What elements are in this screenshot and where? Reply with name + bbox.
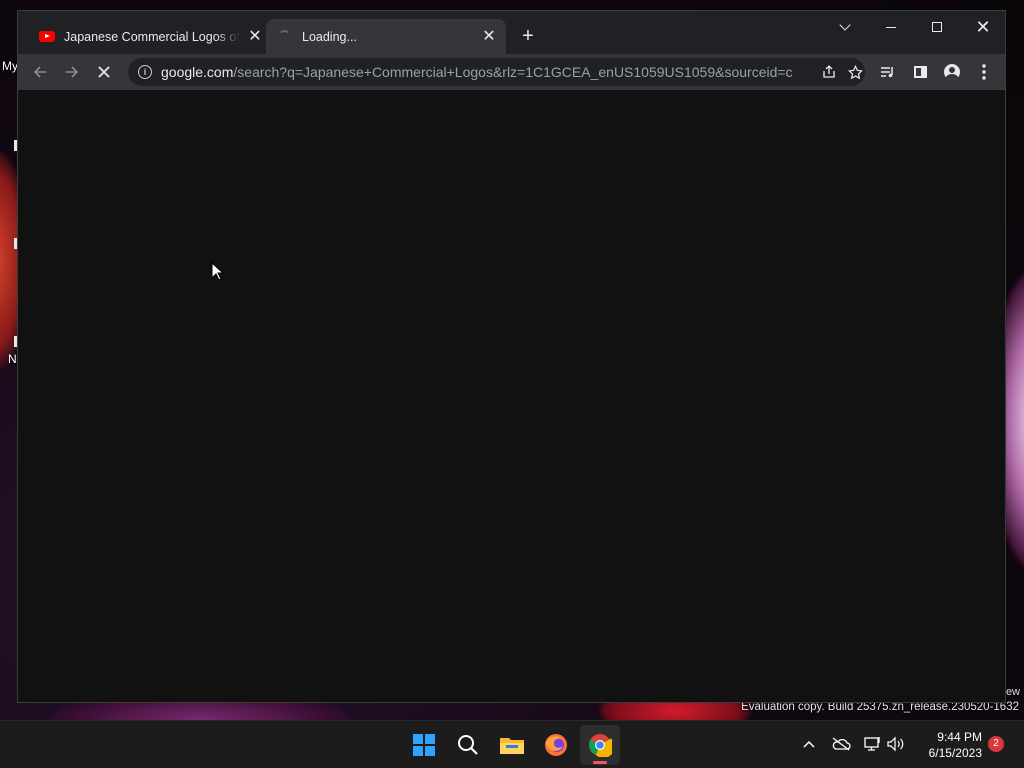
- star-icon: [847, 64, 863, 79]
- tab-title: Japanese Commercial Logos of th: [64, 29, 240, 44]
- tab-strip: Japanese Commercial Logos of th ✕ Loadin…: [18, 11, 1005, 54]
- firefox-icon: [545, 734, 567, 756]
- tab-youtube[interactable]: Japanese Commercial Logos of th ✕: [28, 19, 266, 54]
- clock-date: 6/15/2023: [928, 746, 982, 760]
- taskbar-search-button[interactable]: [448, 725, 488, 765]
- network-button[interactable]: [862, 729, 884, 759]
- side-panel-button[interactable]: [906, 58, 934, 86]
- speaker-icon: [887, 736, 904, 752]
- onedrive-button[interactable]: [830, 729, 852, 759]
- start-button[interactable]: [404, 725, 444, 765]
- clock-time: 9:44 PM: [937, 730, 982, 744]
- notification-badge[interactable]: 2: [988, 736, 1004, 752]
- new-tab-button[interactable]: +: [516, 25, 540, 49]
- desktop-icon-label[interactable]: N: [8, 352, 17, 366]
- chrome-button[interactable]: [580, 725, 620, 765]
- profile-button[interactable]: [938, 58, 966, 86]
- close-tab-icon[interactable]: ✕: [480, 27, 498, 45]
- forward-button[interactable]: [58, 58, 86, 86]
- loading-spinner-icon: [278, 30, 291, 43]
- file-explorer-button[interactable]: [492, 725, 532, 765]
- firefox-button[interactable]: [536, 725, 576, 765]
- url-path: /search?q=Japanese+Commercial+Logos&rlz=…: [233, 64, 794, 80]
- share-button[interactable]: [819, 62, 839, 82]
- browser-window: Japanese Commercial Logos of th ✕ Loadin…: [17, 10, 1006, 703]
- close-window-button[interactable]: ✕: [960, 15, 1005, 39]
- folder-icon: [500, 738, 524, 754]
- taskbar: 9:44 PM 6/15/2023: [0, 720, 1024, 768]
- more-vertical-icon: [982, 64, 986, 80]
- arrow-right-icon: [66, 66, 79, 78]
- maximize-button[interactable]: [914, 15, 960, 39]
- back-button[interactable]: [26, 58, 54, 86]
- tab-title: Loading...: [302, 29, 357, 44]
- cursor-arrow-icon: [211, 262, 225, 281]
- chevron-down-icon: [839, 19, 851, 31]
- close-tab-icon[interactable]: ✕: [246, 27, 264, 45]
- share-icon: [823, 65, 835, 78]
- tab-loading[interactable]: Loading... ✕: [266, 19, 506, 54]
- maximize-icon: [932, 22, 942, 32]
- network-icon: [864, 737, 880, 751]
- page-content-loading[interactable]: [18, 90, 1005, 702]
- search-icon: [458, 735, 478, 755]
- tab-search-button[interactable]: [822, 15, 868, 39]
- desktop-icon-label[interactable]: My: [2, 59, 18, 73]
- youtube-icon: [39, 31, 55, 42]
- side-panel-icon: [913, 66, 927, 78]
- volume-button[interactable]: [886, 729, 906, 759]
- cloud-offline-icon: [832, 737, 851, 751]
- bookmark-button[interactable]: [845, 62, 865, 82]
- windows-logo-icon: [413, 734, 435, 756]
- minimize-icon: [886, 26, 896, 28]
- site-info-icon[interactable]: i: [138, 65, 152, 79]
- url-host: google.com: [161, 64, 234, 80]
- browser-menu-button[interactable]: [970, 58, 998, 86]
- media-controls-button[interactable]: [874, 58, 902, 86]
- arrow-left-icon: [33, 66, 46, 78]
- chrome-icon: [589, 734, 612, 757]
- media-playlist-icon: [881, 67, 893, 78]
- taskbar-clock[interactable]: 9:44 PM 6/15/2023: [914, 729, 982, 761]
- show-hidden-icons-button[interactable]: [800, 729, 818, 759]
- profile-icon: [944, 64, 960, 80]
- chevron-up-icon: [803, 740, 815, 748]
- stop-loading-button[interactable]: [90, 58, 118, 86]
- stop-icon: [98, 66, 110, 78]
- minimize-button[interactable]: [868, 15, 914, 39]
- browser-toolbar: i google.com /search?q=Japanese+Commerci…: [18, 54, 1005, 90]
- watermark-tail: ew: [1005, 686, 1020, 698]
- address-bar[interactable]: i google.com /search?q=Japanese+Commerci…: [128, 58, 865, 86]
